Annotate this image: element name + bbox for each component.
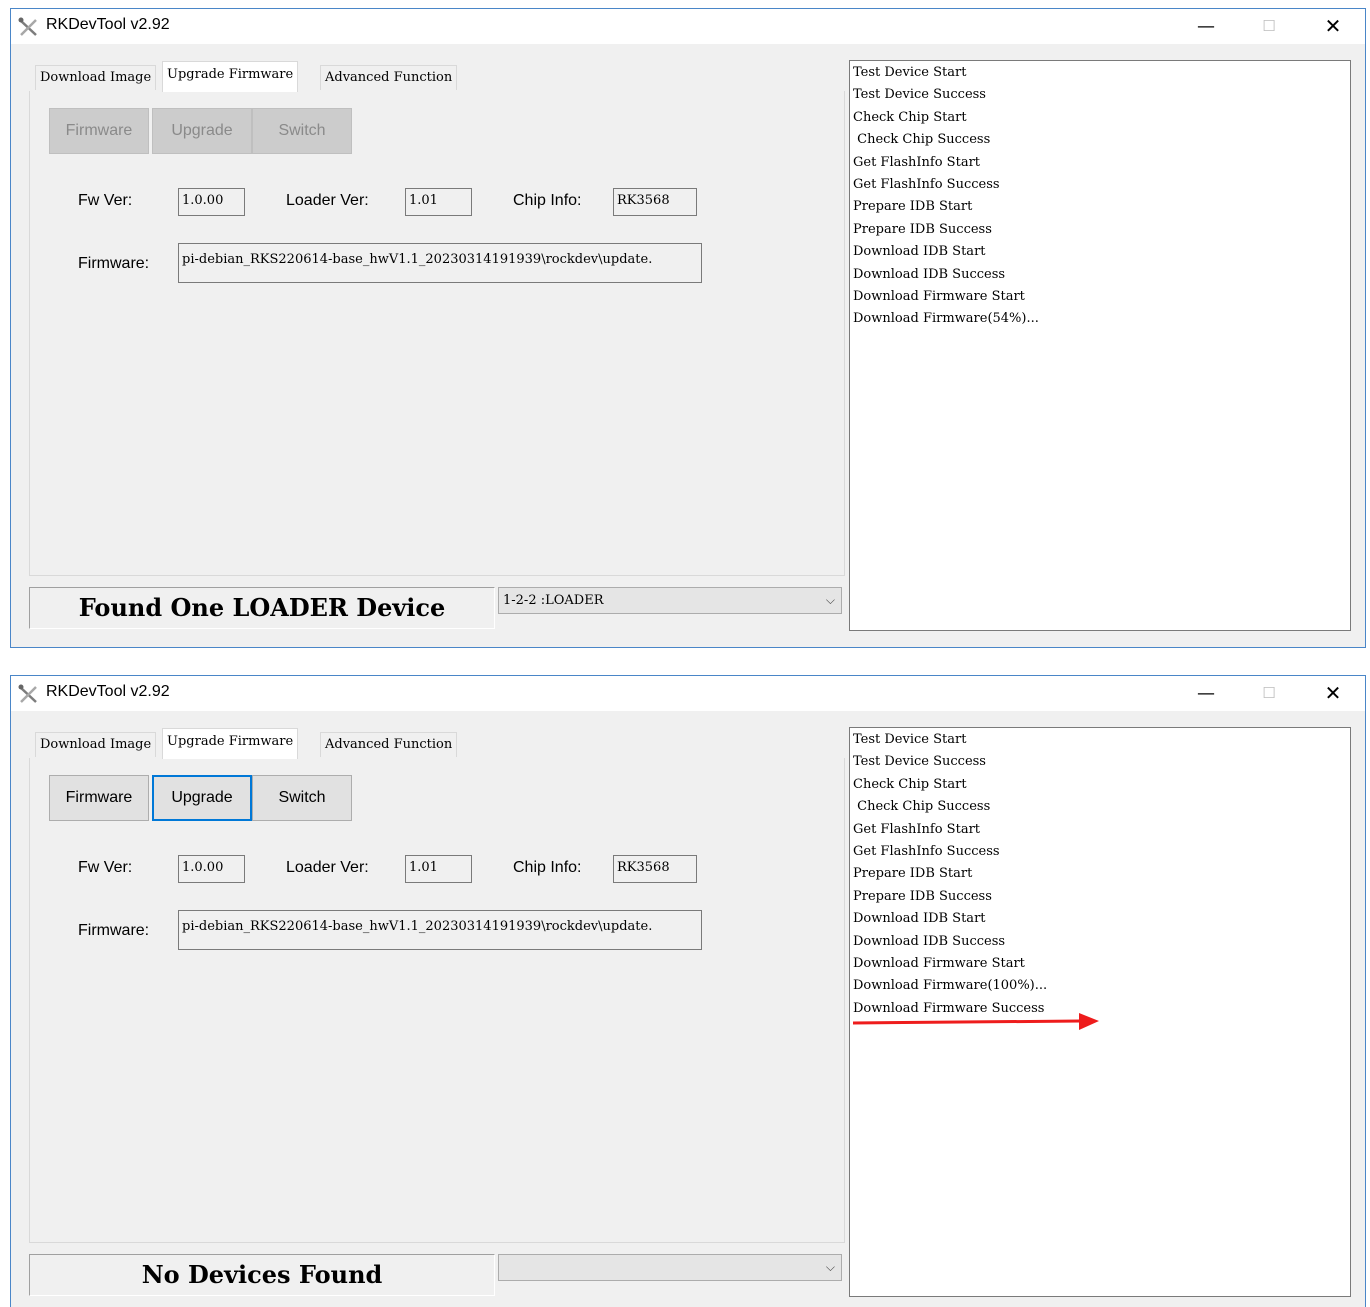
chevron-down-icon[interactable]: ⌵ [826,588,835,613]
fw-ver-field: 1.0.00 [178,188,245,216]
chip-info-field: RK3568 [613,188,697,216]
maximize-button[interactable]: ☐ [1239,9,1299,44]
firmware-path-field: pi-debian_RKS220614-base_hwV1.1_20230314… [178,243,702,283]
title-bar[interactable]: RKDevTool v2.92 — ☐ ✕ [11,9,1365,44]
upgrade-firmware-panel: Firmware Upgrade Switch Fw Ver: 1.0.00 L… [29,91,845,576]
log-line: Download Firmware Start [853,956,1025,972]
log-line: Download Firmware Start [853,289,1025,305]
log-list: Test Device Start Test Device Success Ch… [849,727,1351,1297]
tab-upgrade-firmware[interactable]: Upgrade Firmware [162,61,299,92]
firmware-label: Firmware: [78,255,150,272]
log-line: Download Firmware(100%)... [853,978,1048,994]
maximize-button[interactable]: ☐ [1239,676,1299,711]
chevron-down-icon[interactable]: ⌵ [826,1255,835,1280]
status-bar: Found One LOADER Device [29,587,495,629]
chip-info-label: Chip Info: [513,859,582,876]
tab-advanced-function[interactable]: Advanced Function [320,732,458,757]
log-line: Test Device Success [853,87,986,103]
log-line: Download IDB Start [853,244,986,260]
rkdevtool-window-2: RKDevTool v2.92 — ☐ ✕ Download Image Upg… [10,675,1366,1307]
log-line: Get FlashInfo Success [853,177,1000,193]
log-line: Get FlashInfo Success [853,844,1000,860]
log-line: Get FlashInfo Start [853,154,981,170]
loader-ver-field: 1.01 [405,188,472,216]
close-button[interactable]: ✕ [1303,676,1363,711]
log-line: Check Chip Success [853,799,991,815]
red-arrow-annotation [853,1013,1099,1030]
log-line: Prepare IDB Start [853,199,973,215]
fw-ver-label: Fw Ver: [78,859,133,876]
loader-ver-label: Loader Ver: [286,859,369,876]
log-line: Download Firmware(54%)... [853,311,1039,327]
log-line: Get FlashInfo Start [853,821,981,837]
minimize-button[interactable]: — [1176,9,1236,44]
title-bar[interactable]: RKDevTool v2.92 — ☐ ✕ [11,676,1365,711]
upgrade-firmware-panel: Firmware Upgrade Switch Fw Ver: 1.0.00 L… [29,758,845,1243]
log-line: Download IDB Success [853,266,1006,282]
log-line: Test Device Start [853,65,967,80]
loader-ver-field: 1.01 [405,855,472,883]
log-line: Prepare IDB Start [853,866,973,882]
fw-ver-field: 1.0.00 [178,855,245,883]
loader-ver-label: Loader Ver: [286,192,369,209]
log-line: Test Device Start [853,732,967,747]
rkdevtool-window-1: RKDevTool v2.92 — ☐ ✕ Download Image Upg… [10,8,1366,648]
log-line: Download IDB Success [853,933,1006,949]
window-title: RKDevTool v2.92 [46,683,170,700]
log-line: Prepare IDB Success [853,221,992,237]
switch-button[interactable]: Switch [252,108,352,154]
log-line: Test Device Success [853,754,986,770]
close-button[interactable]: ✕ [1303,9,1363,44]
tab-advanced-function[interactable]: Advanced Function [320,65,458,90]
log-line: Check Chip Start [853,109,967,125]
log-list: Test Device Start Test Device Success Ch… [849,60,1351,631]
device-select-value: 1-2-2 :LOADER [503,593,604,608]
tab-download-image[interactable]: Download Image [35,732,157,757]
firmware-button[interactable]: Firmware [49,108,149,154]
minimize-button[interactable]: — [1176,676,1236,711]
log-line: Check Chip Start [853,776,967,792]
window-title: RKDevTool v2.92 [46,16,170,33]
device-select[interactable]: 1-2-2 :LOADER ⌵ [498,587,842,614]
log-line: Download IDB Start [853,911,986,927]
chip-info-label: Chip Info: [513,192,582,209]
tools-icon [18,17,37,36]
upgrade-button[interactable]: Upgrade [152,775,252,821]
chip-info-field: RK3568 [613,855,697,883]
log-line: Check Chip Success [853,132,991,148]
tab-upgrade-firmware[interactable]: Upgrade Firmware [162,728,299,759]
tab-download-image[interactable]: Download Image [35,65,157,90]
log-line: Prepare IDB Success [853,888,992,904]
device-select[interactable]: ⌵ [498,1254,842,1281]
firmware-button[interactable]: Firmware [49,775,149,821]
firmware-path-field: pi-debian_RKS220614-base_hwV1.1_20230314… [178,910,702,950]
upgrade-button[interactable]: Upgrade [152,108,252,154]
switch-button[interactable]: Switch [252,775,352,821]
tools-icon [18,684,37,703]
firmware-label: Firmware: [78,922,150,939]
status-bar: No Devices Found [29,1254,495,1296]
fw-ver-label: Fw Ver: [78,192,133,209]
